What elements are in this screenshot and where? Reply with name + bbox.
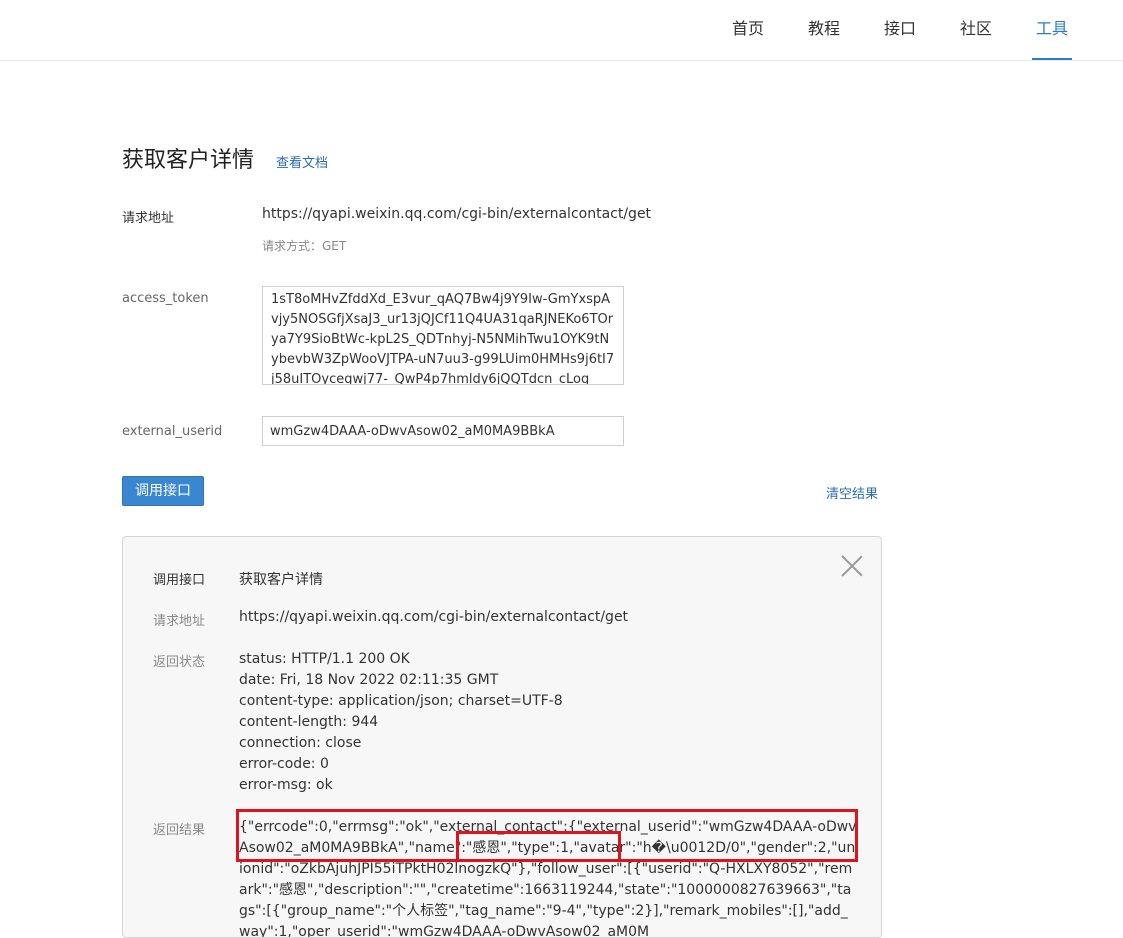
status-line: content-length: 944	[239, 714, 379, 730]
result-status-lines: status: HTTP/1.1 200 OK date: Fri, 18 No…	[239, 649, 563, 796]
external-userid-label: external_userid	[122, 424, 223, 439]
result-body-label: 返回结果	[153, 823, 206, 838]
access-token-label: access_token	[122, 291, 209, 306]
result-panel: 调用接口 获取客户详情 请求地址 https://qyapi.weixin.qq…	[122, 536, 882, 938]
result-status-label: 返回状态	[153, 655, 206, 670]
access-token-field[interactable]: 1sT8oMHvZfddXd_E3vur_qAQ7Bw4j9Y9Iw-GmYxs…	[262, 286, 624, 385]
request-method-text: 请求方式：GET	[262, 239, 347, 253]
external-userid-input[interactable]	[262, 416, 624, 446]
close-icon[interactable]	[841, 555, 863, 577]
status-line: status: HTTP/1.1 200 OK	[239, 651, 410, 667]
status-line: content-type: application/json; charset=…	[239, 693, 563, 709]
page-title: 获取客户详情	[122, 148, 255, 173]
clear-results-link[interactable]: 清空结果	[826, 483, 878, 502]
request-url-value: https://qyapi.weixin.qq.com/cgi-bin/exte…	[262, 206, 652, 222]
view-docs-link[interactable]: 查看文档	[276, 152, 328, 171]
result-body-json: {"errcode":0,"errmsg":"ok","external_con…	[239, 819, 857, 938]
result-url-label: 请求地址	[153, 614, 206, 629]
nav-item-home[interactable]: 首页	[726, 0, 770, 58]
status-line: error-code: 0	[239, 756, 329, 772]
top-navigation: 首页 教程 接口 社区 工具	[0, 0, 1123, 61]
nav-item-api[interactable]: 接口	[878, 0, 922, 58]
nav-item-tutorial[interactable]: 教程	[802, 0, 846, 58]
status-line: error-msg: ok	[239, 777, 333, 793]
result-url-value: https://qyapi.weixin.qq.com/cgi-bin/exte…	[239, 609, 629, 625]
status-line: connection: close	[239, 735, 362, 751]
request-url-label: 请求地址	[122, 211, 175, 226]
result-api-value: 获取客户详情	[239, 572, 323, 588]
status-line: date: Fri, 18 Nov 2022 02:11:35 GMT	[239, 672, 499, 688]
call-api-button[interactable]: 调用接口	[122, 476, 204, 506]
result-api-label: 调用接口	[153, 573, 206, 588]
nav-item-community[interactable]: 社区	[954, 0, 998, 58]
nav-item-tools[interactable]: 工具	[1032, 0, 1072, 60]
